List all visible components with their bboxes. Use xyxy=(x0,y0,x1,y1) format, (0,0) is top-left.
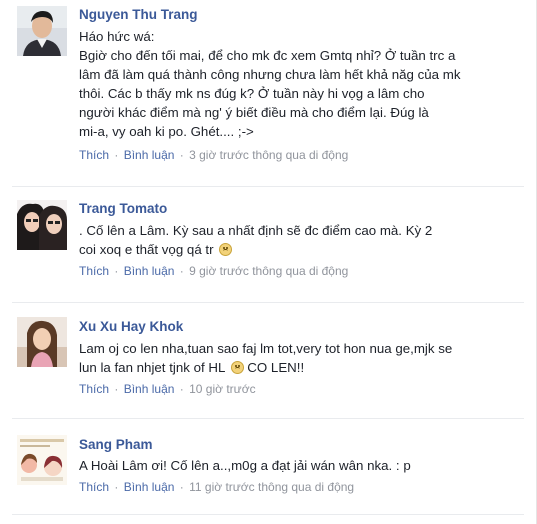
author-name-link[interactable]: Nguyen Thu Trang xyxy=(79,7,198,22)
author-name-link[interactable]: Xu Xu Hay Khok xyxy=(79,319,183,334)
comment-line: Lam oj co len nha,tuan sao faj lm tot,ve… xyxy=(79,341,453,356)
avatar-photo xyxy=(17,435,67,485)
comment-text: Lam oj co len nha,tuan sao faj lm tot,ve… xyxy=(79,339,519,377)
timestamp: 3 giờ trước thông qua di động xyxy=(189,148,349,162)
post-divider xyxy=(12,514,524,515)
post-divider xyxy=(12,302,524,303)
separator: · xyxy=(179,382,184,396)
timestamp: 9 giờ trước thông qua di động xyxy=(189,264,349,278)
post-divider xyxy=(12,186,524,187)
post-meta: Thích · Bình luận · 11 giờ trước thông q… xyxy=(79,480,354,494)
comment-link[interactable]: Bình luận xyxy=(124,148,175,162)
comment-line: Bgiờ cho đến tối mai, để cho mk đc xem G… xyxy=(79,48,456,63)
comment-line-text: coi xoq e thất vọg qá tr xyxy=(79,242,214,257)
separator: · xyxy=(179,148,184,162)
timestamp: 10 giờ trước xyxy=(189,382,256,396)
avatar[interactable] xyxy=(17,6,67,56)
comment-link[interactable]: Bình luận xyxy=(124,480,175,494)
like-link[interactable]: Thích xyxy=(79,382,109,396)
comment-line: A Hoài Lâm ơi! Cố lên a..,m0g a đạt jải … xyxy=(79,458,411,473)
comment-feed: Nguyen Thu Trang Háo hức wá: Bgiờ cho đế… xyxy=(0,0,537,524)
frown-emoticon-icon xyxy=(219,243,233,256)
comment-text: Háo hức wá: Bgiờ cho đến tối mai, để cho… xyxy=(79,27,519,141)
avatar-photo xyxy=(17,6,67,56)
comment-line: coi xoq e thất vọg qá tr xyxy=(79,240,519,259)
comment-line: mi-a, vy oah ki po. Ghét.... ;-> xyxy=(79,124,254,139)
comment-link[interactable]: Bình luận xyxy=(124,382,175,396)
comment-line: Háo hức wá: xyxy=(79,29,155,44)
avatar[interactable] xyxy=(17,435,67,485)
comment-line: lun la fan nhjet tjnk of HL CO LEN!! xyxy=(79,358,519,377)
separator: · xyxy=(114,264,119,278)
comment-text: . Cố lên a Lâm. Kỳ sau a nhất định sẽ đc… xyxy=(79,221,519,259)
avatar-photo xyxy=(17,200,67,250)
like-link[interactable]: Thích xyxy=(79,480,109,494)
comment-line: lâm đã làm quá thành công nhưng chưa làm… xyxy=(79,67,461,82)
comment-line: người khác điểm mà ng' ý biết điều mà ch… xyxy=(79,105,429,120)
post-meta: Thích · Bình luận · 10 giờ trước xyxy=(79,382,256,396)
separator: · xyxy=(114,480,119,494)
avatar[interactable] xyxy=(17,317,67,367)
author-name-link[interactable]: Sang Pham xyxy=(79,437,153,452)
separator: · xyxy=(179,264,184,278)
author-name-link[interactable]: Trang Tomato xyxy=(79,201,167,216)
separator: · xyxy=(114,382,119,396)
like-link[interactable]: Thích xyxy=(79,148,109,162)
comment-text: A Hoài Lâm ơi! Cố lên a..,m0g a đạt jải … xyxy=(79,456,519,475)
timestamp: 11 giờ trước thông qua di động xyxy=(189,480,355,494)
comment-line: . Cố lên a Lâm. Kỳ sau a nhất định sẽ đc… xyxy=(79,223,433,238)
avatar-photo xyxy=(17,317,67,367)
separator: · xyxy=(114,148,119,162)
sad-emoticon-icon xyxy=(230,361,244,374)
like-link[interactable]: Thích xyxy=(79,264,109,278)
comment-link[interactable]: Bình luận xyxy=(124,264,175,278)
post-meta: Thích · Bình luận · 9 giờ trước thông qu… xyxy=(79,264,348,278)
avatar[interactable] xyxy=(17,200,67,250)
post-meta: Thích · Bình luận · 3 giờ trước thông qu… xyxy=(79,148,348,162)
comment-line-text: lun la fan nhjet tjnk of HL xyxy=(79,360,225,375)
separator: · xyxy=(179,480,184,494)
comment-line-text: CO LEN!! xyxy=(247,360,305,375)
post-divider xyxy=(12,418,524,419)
comment-line: thôi. Các b thấy mk ns đúg k? Ở tuần này… xyxy=(79,86,425,101)
